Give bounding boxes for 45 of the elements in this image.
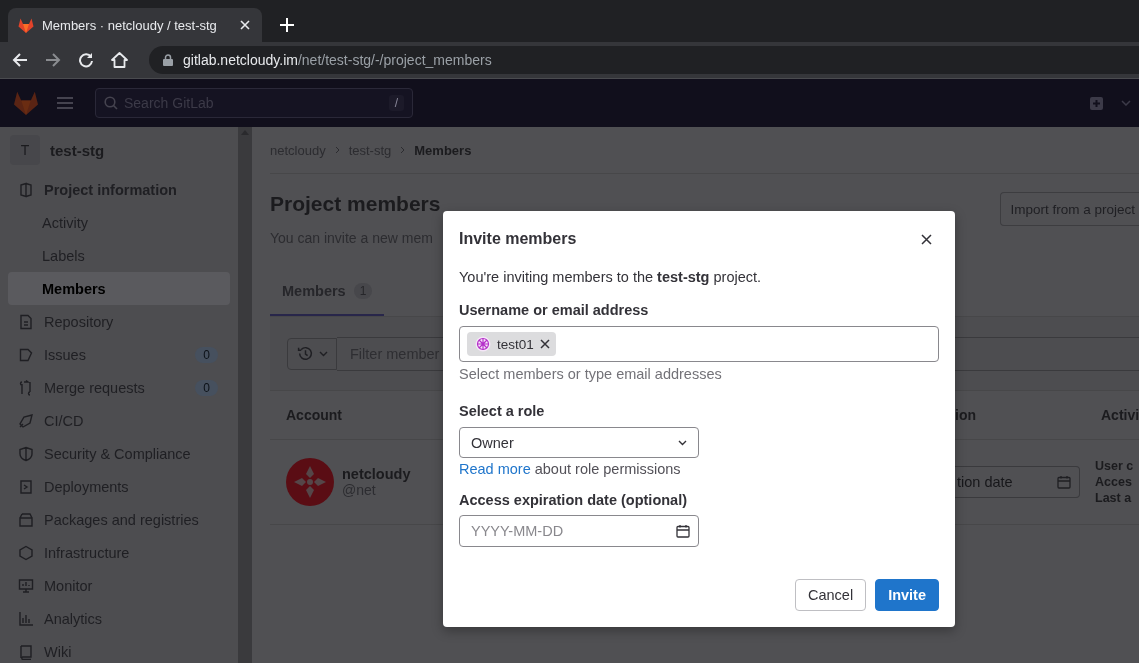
avatar-icon xyxy=(286,458,334,506)
read-more-link[interactable]: Read more xyxy=(459,461,531,477)
role-select[interactable]: Owner xyxy=(459,427,699,458)
home-icon[interactable] xyxy=(111,52,128,68)
count-badge: 0 xyxy=(195,346,218,363)
browser-tab[interactable]: Members · netcloudy / test-stg xyxy=(8,8,262,42)
calendar-icon xyxy=(1057,475,1071,489)
history-icon xyxy=(296,345,314,362)
chevron-right-icon xyxy=(334,146,340,154)
help-text: about role permissions xyxy=(534,461,681,477)
forward-icon[interactable] xyxy=(45,52,61,68)
field-label: Username or email address xyxy=(459,302,649,318)
avatar-icon xyxy=(475,336,491,352)
sidebar-item[interactable]: Members xyxy=(8,272,230,305)
field-hint: Select members or type email addresses xyxy=(459,366,722,382)
chevron-down-icon xyxy=(678,439,687,446)
tab-title: Members · netcloudy / test-stg xyxy=(42,17,218,33)
field-label: Select a role xyxy=(459,403,545,419)
calendar-icon xyxy=(676,524,690,538)
user-token[interactable]: test01 xyxy=(467,332,556,356)
reload-icon[interactable] xyxy=(78,52,94,68)
lock-icon xyxy=(163,54,173,66)
dialog-title: Invite members xyxy=(459,230,577,248)
chevron-right-icon xyxy=(400,146,406,154)
remove-icon[interactable] xyxy=(539,339,550,349)
back-icon[interactable] xyxy=(12,52,28,68)
date-field[interactable]: YYYY-MM-DD xyxy=(459,515,699,547)
cancel-button[interactable]: Cancel xyxy=(795,579,867,611)
field-label: Access expiration date (optional) xyxy=(459,492,688,508)
expiration-date-field[interactable]: tion date xyxy=(955,466,1080,498)
fox-icon xyxy=(18,17,34,33)
menu-icon[interactable] xyxy=(57,97,73,109)
chevron-down-icon xyxy=(318,350,328,357)
dialog-intro: You're inviting members to the test-stg project. xyxy=(459,269,762,285)
username-field[interactable]: test01 xyxy=(459,326,939,362)
url-text: gitlab.netcloudy.im/net/test-stg/-/project_members xyxy=(183,52,492,68)
history-dropdown[interactable] xyxy=(287,337,337,370)
close-icon[interactable] xyxy=(921,233,932,245)
search-icon xyxy=(104,96,118,110)
shortcut-key: / xyxy=(388,95,404,111)
new-tab-icon[interactable] xyxy=(280,18,294,32)
invite-button[interactable]: Invite xyxy=(875,579,939,611)
address-bar[interactable]: gitlab.netcloudy.im/net/test-stg/-/project_members xyxy=(149,46,1139,74)
scrollbar[interactable] xyxy=(238,127,252,663)
count-badge: 0 xyxy=(195,379,218,396)
